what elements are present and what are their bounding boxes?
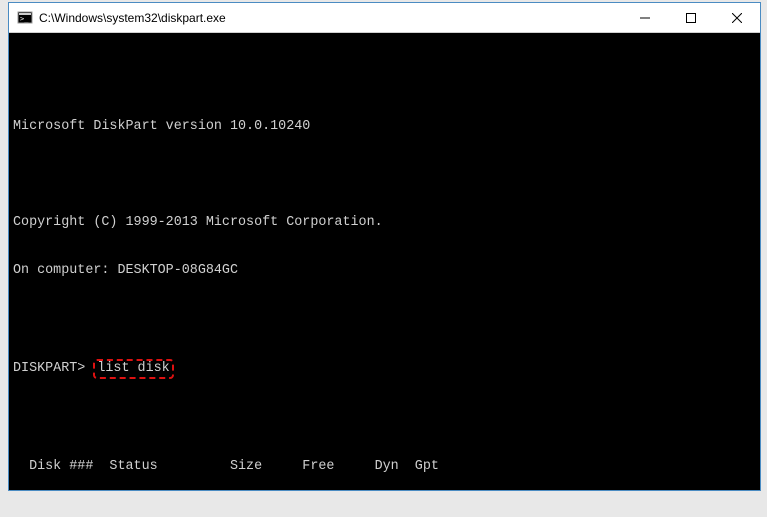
copyright-line: Copyright (C) 1999-2013 Microsoft Corpor… bbox=[13, 215, 756, 231]
minimize-button[interactable] bbox=[622, 3, 668, 32]
close-button[interactable] bbox=[714, 3, 760, 32]
table-header: Disk ### Status Size Free Dyn Gpt bbox=[13, 459, 756, 475]
version-line: Microsoft DiskPart version 10.0.10240 bbox=[13, 119, 756, 135]
prompt-label: DISKPART> bbox=[13, 361, 93, 377]
computer-line: On computer: DESKTOP-08G84GC bbox=[13, 263, 756, 279]
app-icon: >_ bbox=[17, 10, 33, 26]
window-controls bbox=[622, 3, 760, 32]
command-highlight-1: list disk bbox=[93, 359, 173, 379]
title-bar[interactable]: >_ C:\Windows\system32\diskpart.exe bbox=[9, 3, 760, 33]
command-1: list disk bbox=[97, 361, 169, 376]
prompt-line-1: DISKPART> list disk bbox=[13, 359, 756, 379]
svg-text:>_: >_ bbox=[20, 15, 29, 23]
diskpart-window: >_ C:\Windows\system32\diskpart.exe Micr… bbox=[8, 2, 761, 491]
window-title: C:\Windows\system32\diskpart.exe bbox=[39, 11, 622, 25]
maximize-button[interactable] bbox=[668, 3, 714, 32]
terminal-output[interactable]: Microsoft DiskPart version 10.0.10240 Co… bbox=[9, 33, 760, 490]
